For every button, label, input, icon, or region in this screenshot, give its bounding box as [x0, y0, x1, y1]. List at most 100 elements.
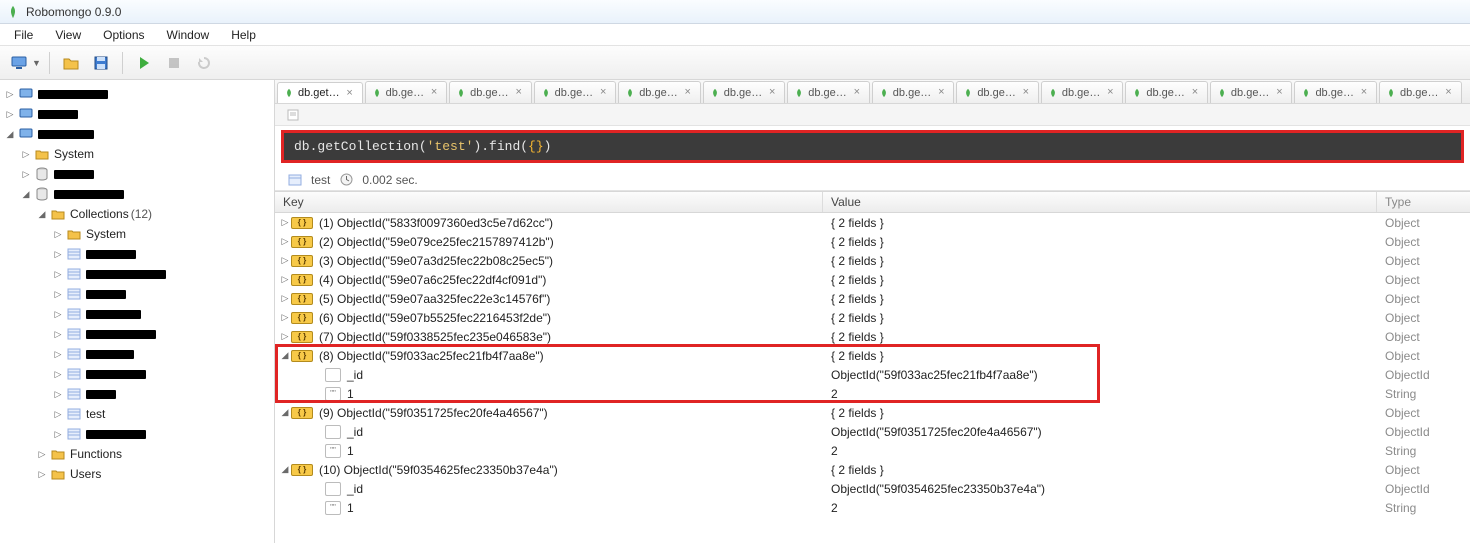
tab-close-icon[interactable]: × [935, 87, 947, 99]
header-type[interactable]: Type [1377, 192, 1470, 212]
expand-icon[interactable]: ▷ [52, 349, 64, 360]
result-document-row[interactable]: ◢{ }(10) ObjectId("59f0354625fec23350b37… [275, 460, 1470, 479]
expand-icon[interactable]: ▷ [20, 149, 32, 160]
menu-options[interactable]: Options [93, 26, 154, 44]
tab-close-icon[interactable]: × [428, 87, 440, 99]
menu-window[interactable]: Window [157, 26, 220, 44]
menu-help[interactable]: Help [221, 26, 266, 44]
tree-users[interactable]: ▷ Users [0, 464, 274, 484]
tree-db-main[interactable]: ◢ [0, 184, 274, 204]
editor-tab[interactable]: db.ge…× [449, 81, 532, 103]
collapse-icon[interactable]: ◢ [4, 129, 16, 140]
editor-tab[interactable]: db.ge…× [1041, 81, 1124, 103]
header-key[interactable]: Key [275, 192, 823, 212]
result-document-row[interactable]: ▷{ }(1) ObjectId("5833f0097360ed3c5e7d62… [275, 213, 1470, 232]
result-document-row[interactable]: ▷{ }(4) ObjectId("59e07a6c25fec22df4cf09… [275, 270, 1470, 289]
result-document-row[interactable]: ▷{ }(7) ObjectId("59f0338525fec235e04658… [275, 327, 1470, 346]
tree-collection-item[interactable]: ▷ [0, 424, 274, 444]
expand-icon[interactable]: ▷ [279, 274, 291, 285]
tree-collections-system[interactable]: ▷ System [0, 224, 274, 244]
expand-icon[interactable]: ▷ [52, 369, 64, 380]
editor-tab[interactable]: db.get…× [277, 82, 363, 104]
collapse-icon[interactable]: ◢ [279, 350, 291, 361]
tab-close-icon[interactable]: × [766, 87, 778, 99]
expand-icon[interactable]: ▷ [36, 449, 48, 460]
tree-collection-test[interactable]: ▷ test [0, 404, 274, 424]
expand-icon[interactable]: ▷ [52, 269, 64, 280]
tab-close-icon[interactable]: × [682, 87, 694, 99]
editor-tab[interactable]: db.ge…× [787, 81, 870, 103]
result-document-row[interactable]: ◢{ }(8) ObjectId("59f033ac25fec21fb4f7aa… [275, 346, 1470, 365]
result-field-row[interactable]: ▷""12String [275, 384, 1470, 403]
collapse-icon[interactable]: ◢ [20, 189, 32, 200]
result-field-row[interactable]: ▷""12String [275, 441, 1470, 460]
tree-collection-item[interactable]: ▷ [0, 284, 274, 304]
tree-collections[interactable]: ◢ Collections (12) [0, 204, 274, 224]
tab-close-icon[interactable]: × [344, 87, 356, 99]
open-button[interactable] [58, 50, 84, 76]
header-value[interactable]: Value [823, 192, 1377, 212]
tree-collection-item[interactable]: ▷ [0, 364, 274, 384]
expand-icon[interactable]: ▷ [52, 249, 64, 260]
tab-close-icon[interactable]: × [1020, 87, 1032, 99]
expand-icon[interactable]: ▷ [52, 329, 64, 340]
query-editor[interactable]: db.getCollection('test').find({}) [284, 133, 1461, 160]
tab-close-icon[interactable]: × [597, 87, 609, 99]
expand-icon[interactable]: ▷ [52, 409, 64, 420]
tree-collection-item[interactable]: ▷ [0, 304, 274, 324]
editor-tab[interactable]: db.ge…× [956, 81, 1039, 103]
editor-tab[interactable]: db.ge…× [1379, 81, 1462, 103]
tree-functions[interactable]: ▷ Functions [0, 444, 274, 464]
run-button[interactable] [131, 50, 157, 76]
expand-icon[interactable]: ▷ [52, 309, 64, 320]
results-grid[interactable]: ▷{ }(1) ObjectId("5833f0097360ed3c5e7d62… [275, 213, 1470, 543]
editor-tabstrip[interactable]: db.get…×db.ge…×db.ge…×db.ge…×db.ge…×db.g… [275, 80, 1470, 104]
expand-icon[interactable]: ▷ [52, 389, 64, 400]
collapse-icon[interactable]: ◢ [36, 209, 48, 220]
editor-tab[interactable]: db.ge…× [872, 81, 955, 103]
tab-close-icon[interactable]: × [1189, 87, 1201, 99]
result-document-row[interactable]: ▷{ }(6) ObjectId("59e07b5525fec2216453f2… [275, 308, 1470, 327]
editor-tab[interactable]: db.ge…× [365, 81, 448, 103]
expand-icon[interactable]: ▷ [279, 293, 291, 304]
expand-icon[interactable]: ▷ [52, 289, 64, 300]
expand-icon[interactable]: ▷ [279, 331, 291, 342]
tree-connection-2[interactable]: ▷ [0, 104, 274, 124]
editor-tab[interactable]: db.ge…× [1294, 81, 1377, 103]
menu-file[interactable]: File [4, 26, 43, 44]
result-document-row[interactable]: ▷{ }(5) ObjectId("59e07aa325fec22e3c1457… [275, 289, 1470, 308]
result-document-row[interactable]: ◢{ }(9) ObjectId("59f0351725fec20fe4a465… [275, 403, 1470, 422]
dropdown-arrow-icon[interactable]: ▼ [32, 58, 41, 68]
expand-icon[interactable]: ▷ [279, 255, 291, 266]
expand-icon[interactable]: ▷ [52, 229, 64, 240]
editor-tab[interactable]: db.ge…× [703, 81, 786, 103]
editor-tab[interactable]: db.ge…× [618, 81, 701, 103]
collapse-icon[interactable]: ◢ [279, 407, 291, 418]
tab-close-icon[interactable]: × [1358, 87, 1370, 99]
expand-icon[interactable]: ▷ [279, 236, 291, 247]
expand-icon[interactable]: ▷ [52, 429, 64, 440]
result-document-row[interactable]: ▷{ }(2) ObjectId("59e079ce25fec215789741… [275, 232, 1470, 251]
connections-tree[interactable]: ▷ ▷ ◢ ▷ System [0, 80, 275, 543]
tree-db-cylinder-1[interactable]: ▷ [0, 164, 274, 184]
editor-tab[interactable]: db.ge…× [1125, 81, 1208, 103]
tree-connection-3[interactable]: ◢ [0, 124, 274, 144]
result-field-row[interactable]: ▷""12String [275, 498, 1470, 517]
tree-collection-item[interactable]: ▷ [0, 344, 274, 364]
editor-tab[interactable]: db.ge…× [534, 81, 617, 103]
tree-db-system[interactable]: ▷ System [0, 144, 274, 164]
tab-close-icon[interactable]: × [1104, 87, 1116, 99]
expand-icon[interactable]: ▷ [279, 217, 291, 228]
result-field-row[interactable]: ▷_idObjectId("59f033ac25fec21fb4f7aa8e")… [275, 365, 1470, 384]
tree-collection-item[interactable]: ▷ [0, 264, 274, 284]
expand-icon[interactable]: ▷ [4, 89, 16, 100]
tab-close-icon[interactable]: × [1273, 87, 1285, 99]
tab-close-icon[interactable]: × [513, 87, 525, 99]
expand-icon[interactable]: ▷ [20, 169, 32, 180]
tab-close-icon[interactable]: × [1443, 87, 1455, 99]
menu-view[interactable]: View [45, 26, 91, 44]
tree-collection-item[interactable]: ▷ [0, 244, 274, 264]
connect-button[interactable] [6, 50, 32, 76]
save-button[interactable] [88, 50, 114, 76]
expand-icon[interactable]: ▷ [4, 109, 16, 120]
